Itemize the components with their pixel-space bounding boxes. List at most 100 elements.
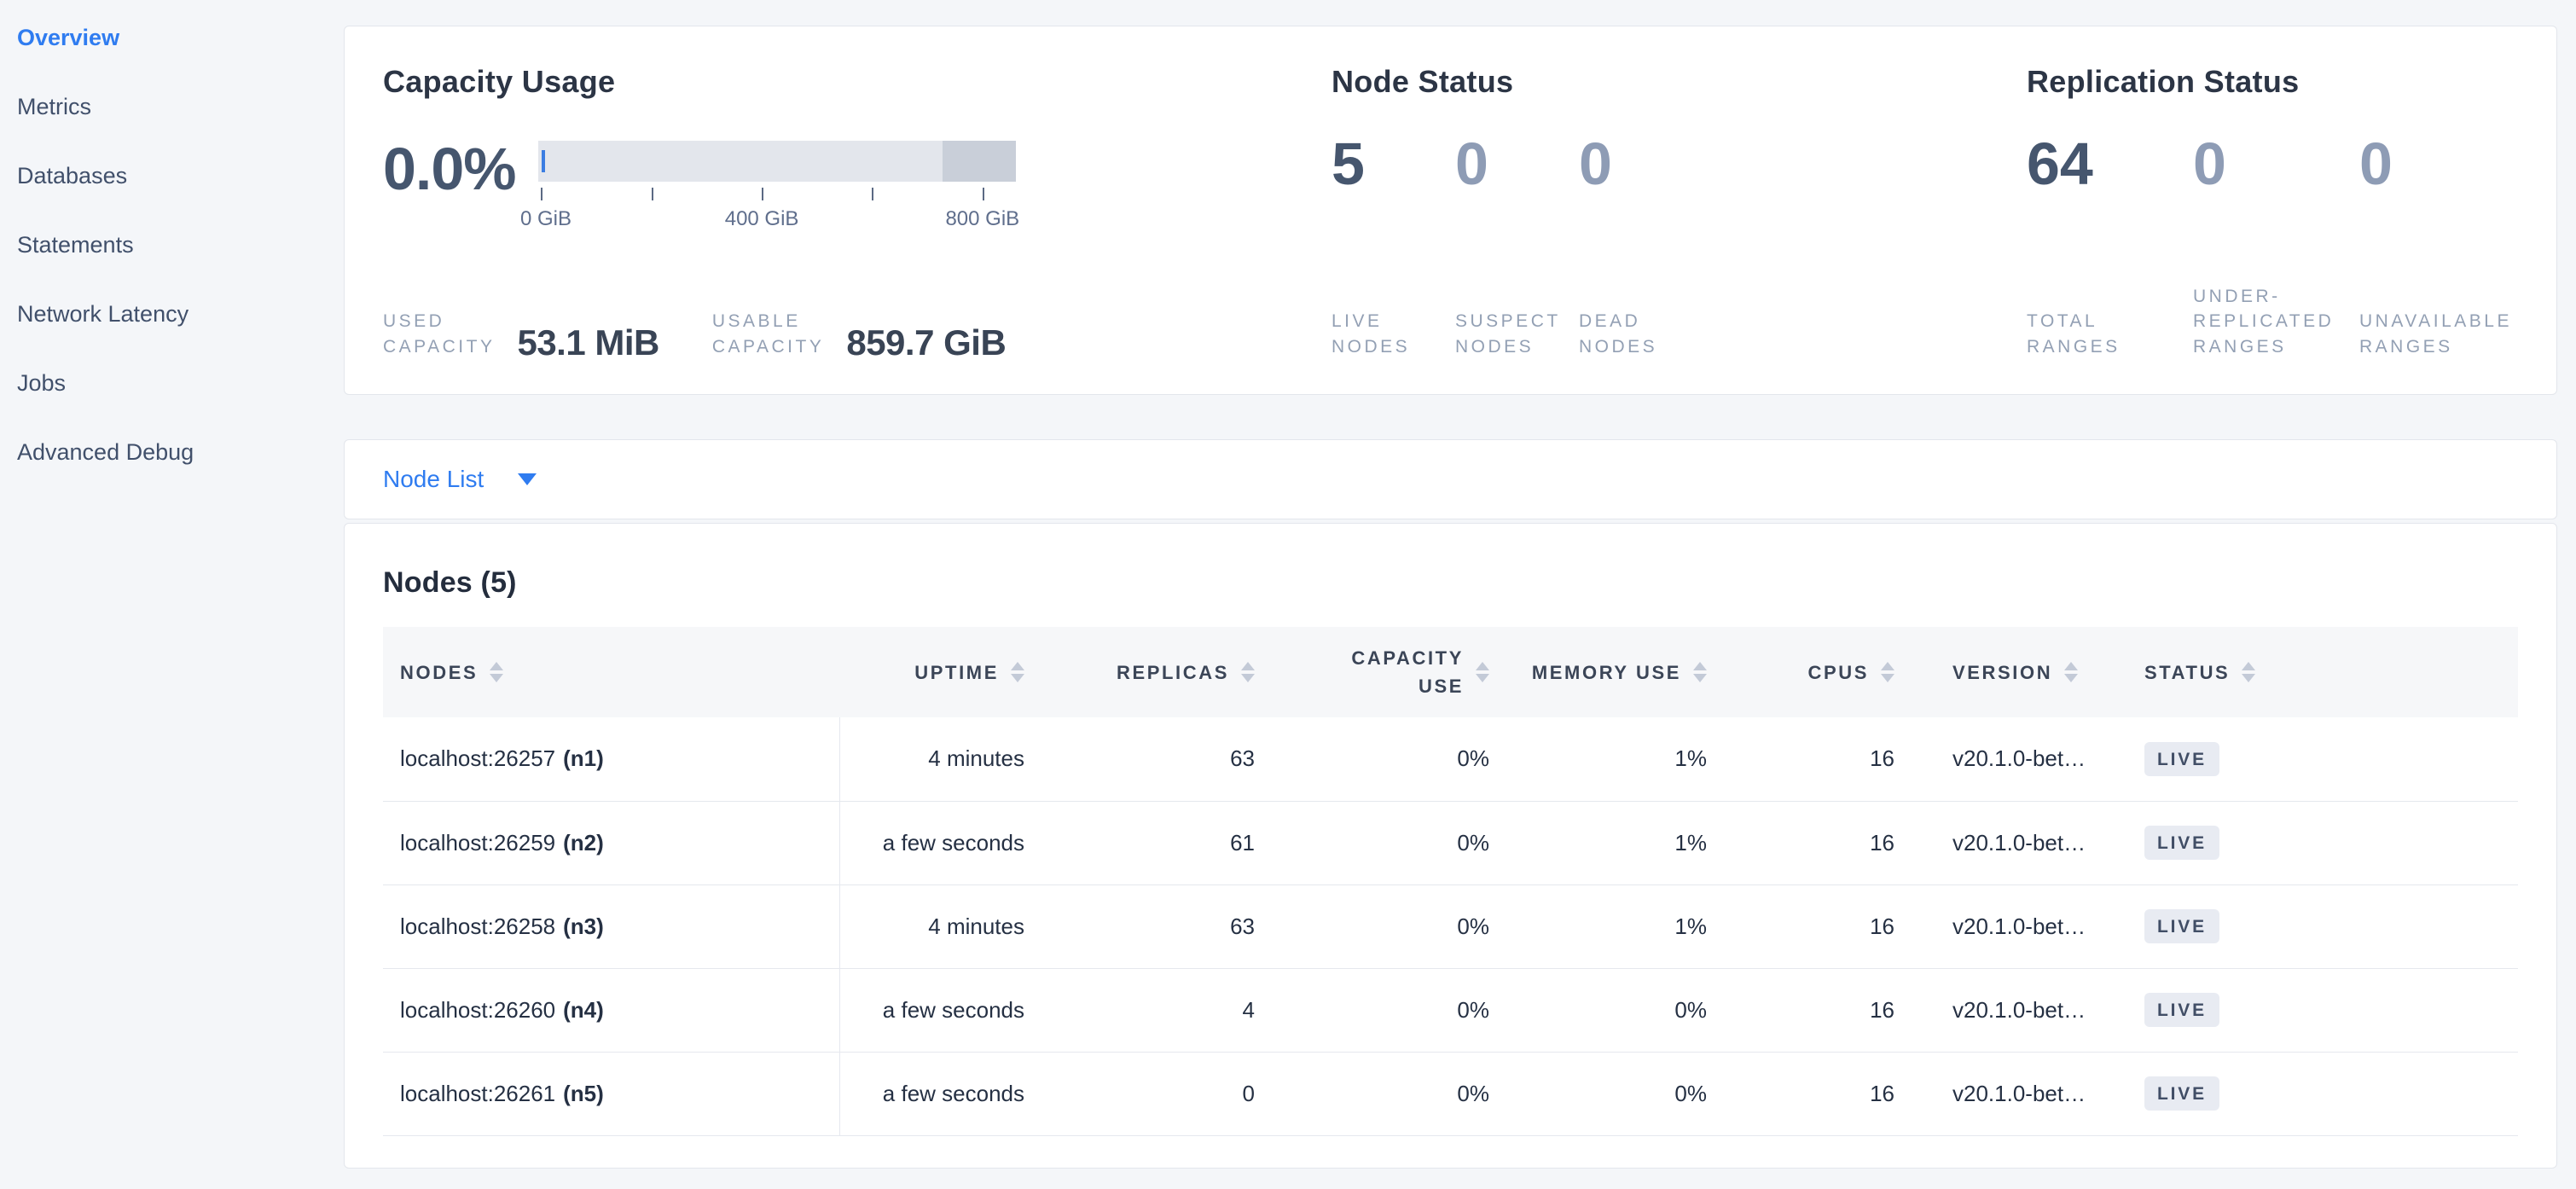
nodes-table-card: Nodes (5) NODES UPTIME REPLICAS bbox=[344, 523, 2557, 1169]
sort-icon bbox=[490, 662, 503, 682]
capacity-use-cell: 0% bbox=[1279, 1052, 1513, 1135]
replicas-cell: 63 bbox=[1048, 884, 1279, 968]
node-address-link[interactable]: localhost:26259(n2) bbox=[400, 830, 604, 856]
sort-icon bbox=[1241, 662, 1255, 682]
node-id: (n1) bbox=[563, 745, 604, 771]
table-row: localhost:26257(n1) 4 minutes 63 0% 1% 1… bbox=[383, 717, 2518, 801]
column-label: NODES bbox=[400, 658, 478, 687]
status-cell: LIVE bbox=[2119, 801, 2518, 884]
column-header-version[interactable]: VERSION bbox=[1918, 627, 2119, 717]
capacity-bar-other-segment bbox=[943, 141, 1016, 182]
node-address: localhost:26257 bbox=[400, 745, 555, 771]
column-header-cpus[interactable]: CPUS bbox=[1731, 627, 1918, 717]
view-selector-strip: Node List bbox=[344, 439, 2557, 519]
node-id: (n3) bbox=[563, 914, 604, 939]
node-address-link[interactable]: localhost:26258(n3) bbox=[400, 914, 604, 939]
usable-capacity-label: USABLE CAPACITY bbox=[712, 309, 824, 360]
sidebar-item-jobs[interactable]: Jobs bbox=[0, 349, 341, 418]
column-header-nodes[interactable]: NODES bbox=[383, 627, 839, 717]
node-address-link[interactable]: localhost:26261 (n5) bbox=[400, 1081, 604, 1106]
dead-nodes-value: 0 bbox=[1579, 134, 1674, 194]
column-label: STATUS bbox=[2144, 658, 2230, 687]
status-badge: LIVE bbox=[2144, 993, 2219, 1027]
node-address-link[interactable]: localhost:26260(n4) bbox=[400, 997, 604, 1023]
main-content: Capacity Usage 0.0% bbox=[344, 0, 2576, 1169]
under-replicated-ranges-value: 0 bbox=[2193, 134, 2329, 194]
replicas-cell: 61 bbox=[1048, 801, 1279, 884]
sort-icon bbox=[2064, 662, 2078, 682]
version-cell: v20.1.0-bet… bbox=[1918, 801, 2119, 884]
unavailable-ranges-value: 0 bbox=[2359, 134, 2496, 194]
used-capacity-label: USED CAPACITY bbox=[383, 309, 495, 360]
column-label: CPUS bbox=[1807, 658, 1869, 687]
sidebar: Overview Metrics Databases Statements Ne… bbox=[0, 0, 341, 1189]
live-nodes-label: LIVE NODES bbox=[1332, 309, 1426, 360]
node-address: localhost:26259 bbox=[400, 830, 555, 856]
sidebar-item-statements[interactable]: Statements bbox=[0, 211, 341, 280]
cpus-cell: 16 bbox=[1731, 801, 1918, 884]
table-header-row: NODES UPTIME REPLICAS CAPACITY USE MEMOR… bbox=[383, 627, 2518, 717]
column-header-replicas[interactable]: REPLICAS bbox=[1048, 627, 1279, 717]
under-replicated-ranges-metric: 0 UNDER- REPLICATED RANGES bbox=[2193, 134, 2329, 360]
table-row: localhost:26258(n3) 4 minutes 63 0% 1% 1… bbox=[383, 884, 2518, 968]
status-cell: LIVE bbox=[2119, 968, 2518, 1052]
column-label: REPLICAS bbox=[1117, 658, 1229, 687]
usable-capacity-value: 859.7 GiB bbox=[846, 326, 1006, 360]
suspect-nodes-metric: 0 SUSPECT NODES bbox=[1455, 134, 1550, 360]
sidebar-item-databases[interactable]: Databases bbox=[0, 142, 341, 211]
sort-icon bbox=[2242, 662, 2255, 682]
status-cell: LIVE bbox=[2119, 884, 2518, 968]
replicas-cell: 63 bbox=[1048, 717, 1279, 801]
uptime-cell: a few seconds bbox=[839, 968, 1048, 1052]
node-address-link[interactable]: localhost:26257 (n1) bbox=[400, 745, 604, 771]
version-cell: v20.1.0-bet… bbox=[1918, 884, 2119, 968]
under-replicated-ranges-label: UNDER- REPLICATED RANGES bbox=[2193, 284, 2329, 360]
dead-nodes-label: DEAD NODES bbox=[1579, 309, 1674, 360]
axis-label-0: 0 GiB bbox=[520, 207, 571, 231]
column-header-memory-use[interactable]: MEMORY USE bbox=[1513, 627, 1731, 717]
suspect-nodes-label: SUSPECT NODES bbox=[1455, 309, 1550, 360]
live-nodes-value: 5 bbox=[1332, 134, 1426, 194]
node-status-title: Node Status bbox=[1332, 64, 2027, 100]
memory-use-cell: 0% bbox=[1513, 968, 1731, 1052]
status-badge: LIVE bbox=[2144, 1076, 2219, 1111]
unavailable-ranges-metric: 0 UNAVAILABLE RANGES bbox=[2359, 134, 2496, 360]
capacity-percent-value: 0.0% bbox=[383, 139, 538, 199]
memory-use-cell: 0% bbox=[1513, 1052, 1731, 1135]
nodes-table: NODES UPTIME REPLICAS CAPACITY USE MEMOR… bbox=[383, 627, 2518, 1136]
uptime-cell: a few seconds bbox=[839, 1052, 1048, 1135]
uptime-cell: a few seconds bbox=[839, 801, 1048, 884]
node-list-dropdown[interactable]: Node List bbox=[383, 466, 537, 493]
table-row: localhost:26259(n2) a few seconds 61 0% … bbox=[383, 801, 2518, 884]
column-header-capacity-use[interactable]: CAPACITY USE bbox=[1279, 627, 1513, 717]
column-label: VERSION bbox=[1952, 658, 2052, 687]
node-address: localhost:26260 bbox=[400, 997, 555, 1023]
node-address: localhost:26261 bbox=[400, 1081, 555, 1106]
column-header-uptime[interactable]: UPTIME bbox=[839, 627, 1048, 717]
sidebar-item-metrics[interactable]: Metrics bbox=[0, 72, 341, 142]
memory-use-cell: 1% bbox=[1513, 884, 1731, 968]
memory-use-cell: 1% bbox=[1513, 801, 1731, 884]
cluster-summary-card: Capacity Usage 0.0% bbox=[344, 26, 2557, 395]
used-capacity-value: 53.1 MiB bbox=[517, 326, 659, 360]
capacity-stats: USED CAPACITY 53.1 MiB USABLE CAPACITY 8… bbox=[383, 309, 1332, 360]
column-header-status[interactable]: STATUS bbox=[2119, 627, 2518, 717]
node-status-metrics: 5 LIVE NODES 0 SUSPECT NODES 0 DEAD NODE… bbox=[1332, 134, 2027, 360]
unavailable-ranges-label: UNAVAILABLE RANGES bbox=[2359, 309, 2496, 360]
column-label: UPTIME bbox=[914, 658, 999, 687]
table-row: localhost:26261(n5) a few seconds 0 0% 0… bbox=[383, 1052, 2518, 1135]
total-ranges-value: 64 bbox=[2027, 134, 2163, 194]
sidebar-item-network-latency[interactable]: Network Latency bbox=[0, 280, 341, 349]
uptime-cell: 4 minutes bbox=[839, 884, 1048, 968]
capacity-use-cell: 0% bbox=[1279, 801, 1513, 884]
capacity-use-cell: 0% bbox=[1279, 717, 1513, 801]
version-cell: v20.1.0-bet… bbox=[1918, 968, 2119, 1052]
nodes-section-title: Nodes (5) bbox=[383, 566, 2518, 600]
sidebar-item-overview[interactable]: Overview bbox=[0, 3, 341, 72]
axis-label-400: 400 GiB bbox=[725, 207, 799, 231]
capacity-bar-used-marker bbox=[542, 150, 545, 172]
sidebar-item-advanced-debug[interactable]: Advanced Debug bbox=[0, 418, 341, 487]
node-id: (n5) bbox=[563, 1081, 604, 1106]
capacity-gauge: 0.0% 0 GiB 400 GiB bbox=[383, 139, 1332, 233]
capacity-bar bbox=[538, 141, 1016, 182]
